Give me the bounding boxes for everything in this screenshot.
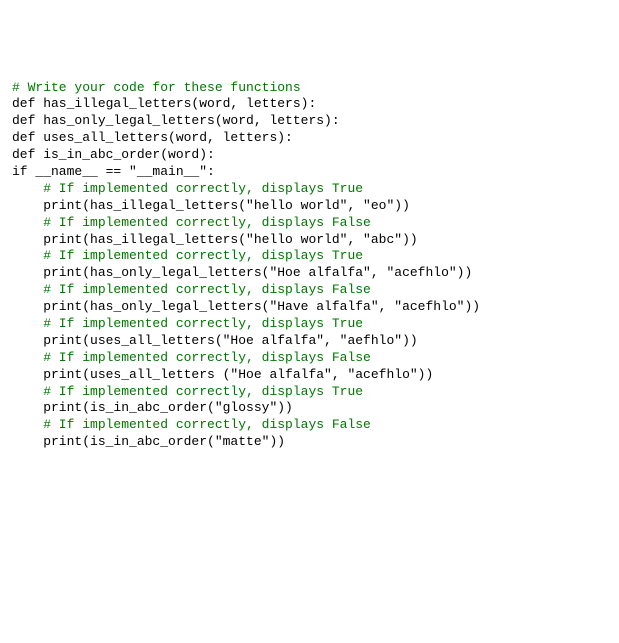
code-line-1: def has_illegal_letters(word, letters): bbox=[12, 96, 607, 113]
code-line-35: # If implemented correctly, displays Fal… bbox=[12, 417, 607, 434]
code-block: # Write your code for these functionsdef… bbox=[12, 80, 607, 452]
code-line-0: # Write your code for these functions bbox=[12, 80, 607, 97]
code-line-10: def is_in_abc_order(word): bbox=[12, 147, 607, 164]
code-line-33: print(is_in_abc_order("glossy")) bbox=[12, 400, 607, 417]
code-line-26: # If implemented correctly, displays Tru… bbox=[12, 316, 607, 333]
code-line-7: def uses_all_letters(word, letters): bbox=[12, 130, 607, 147]
code-line-14: # If implemented correctly, displays Tru… bbox=[12, 181, 607, 198]
code-line-20: # If implemented correctly, displays Tru… bbox=[12, 248, 607, 265]
code-line-17: # If implemented correctly, displays Fal… bbox=[12, 215, 607, 232]
code-line-36: print(is_in_abc_order("matte")) bbox=[12, 434, 607, 451]
code-line-27: print(uses_all_letters("Hoe alfalfa", "a… bbox=[12, 333, 607, 350]
code-line-29: # If implemented correctly, displays Fal… bbox=[12, 350, 607, 367]
code-line-21: print(has_only_legal_letters("Hoe alfalf… bbox=[12, 265, 607, 282]
code-line-4: def has_only_legal_letters(word, letters… bbox=[12, 113, 607, 130]
code-line-32: # If implemented correctly, displays Tru… bbox=[12, 384, 607, 401]
code-line-13: if __name__ == "__main__": bbox=[12, 164, 607, 181]
code-line-30: print(uses_all_letters ("Hoe alfalfa", "… bbox=[12, 367, 607, 384]
code-line-23: # If implemented correctly, displays Fal… bbox=[12, 282, 607, 299]
code-line-18: print(has_illegal_letters("hello world",… bbox=[12, 232, 607, 249]
code-line-24: print(has_only_legal_letters("Have alfal… bbox=[12, 299, 607, 316]
code-line-15: print(has_illegal_letters("hello world",… bbox=[12, 198, 607, 215]
